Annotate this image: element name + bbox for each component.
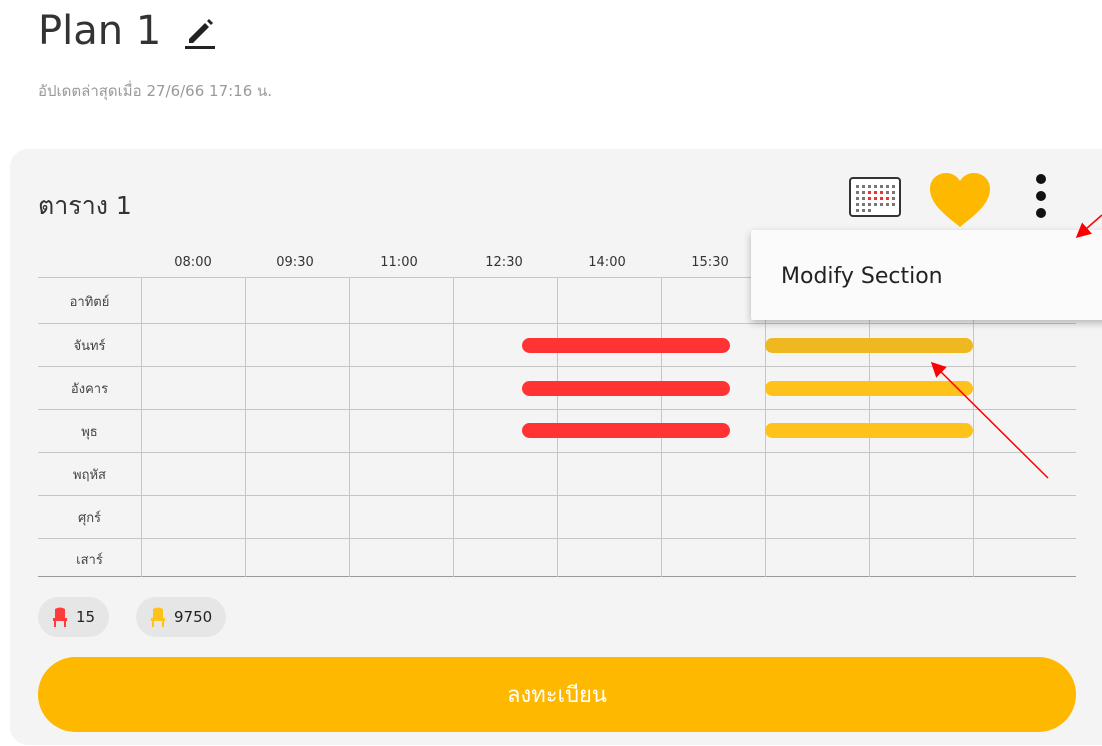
heart-icon[interactable] — [928, 171, 992, 229]
grid-line — [349, 277, 350, 577]
seat-icon — [53, 607, 67, 627]
seat-count-yellow: 9750 — [174, 608, 213, 626]
day-label-wednesday: พุธ — [81, 425, 98, 440]
card-title: ตาราง 1 — [38, 191, 132, 220]
class-bar-red[interactable] — [522, 423, 730, 438]
more-vertical-icon[interactable] — [1030, 173, 1052, 223]
day-label-tuesday: อังคาร — [70, 382, 109, 397]
seat-count-red: 15 — [76, 608, 96, 626]
context-menu: Modify Section — [751, 230, 1102, 320]
time-label: 15:30 — [691, 255, 729, 270]
day-label-saturday: เสาร์ — [76, 553, 103, 568]
day-label-monday: จันทร์ — [73, 339, 106, 354]
class-bar-yellow[interactable] — [765, 381, 973, 396]
class-bar-yellow[interactable] — [765, 423, 973, 438]
grid-line — [245, 277, 246, 577]
time-label: 14:00 — [588, 255, 626, 270]
grid-line — [141, 277, 142, 577]
class-bar-red[interactable] — [522, 338, 730, 353]
class-bar-red[interactable] — [522, 381, 730, 396]
day-label-sunday: อาทิตย์ — [69, 295, 110, 310]
pencil-icon[interactable] — [181, 11, 221, 51]
grid-line — [973, 277, 974, 577]
seat-icon — [151, 607, 165, 627]
day-label-thursday: พฤหัส — [73, 468, 106, 483]
seat-count-chip-yellow: 9750 — [136, 597, 227, 637]
seat-count-chip-red: 15 — [38, 597, 110, 637]
time-label: 12:30 — [485, 255, 523, 270]
class-bar-yellow[interactable] — [765, 338, 973, 353]
page-title-text: Plan 1 — [38, 8, 162, 54]
timetable-grid: อาทิตย์ จันทร์ อังคาร พุธ พฤหัส ศุกร์ เส… — [38, 277, 1076, 577]
time-label: 09:30 — [276, 255, 314, 270]
page-title: Plan 1 — [38, 8, 221, 54]
time-label: 11:00 — [380, 255, 418, 270]
last-updated-text: อัปเดตล่าสุดเมื่อ 27/6/66 17:16 น. — [38, 82, 273, 100]
register-button[interactable]: ลงทะเบียน — [38, 657, 1076, 732]
modify-section-menu-item[interactable]: Modify Section — [781, 264, 943, 289]
calendar-grid-icon[interactable] — [849, 177, 901, 217]
time-label: 08:00 — [174, 255, 212, 270]
grid-line — [453, 277, 454, 577]
day-label-friday: ศุกร์ — [77, 511, 102, 526]
